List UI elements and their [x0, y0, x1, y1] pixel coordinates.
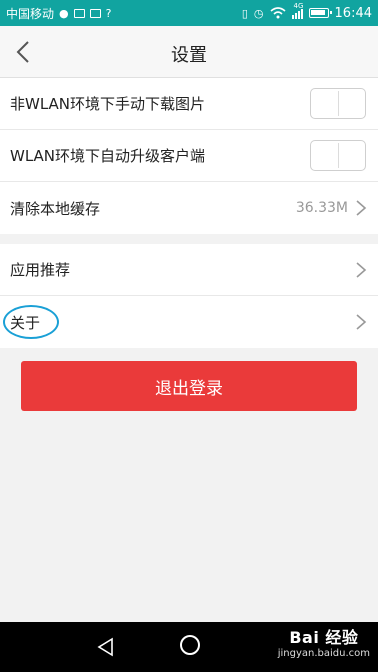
status-bar: 中国移动 ● ? ▯ ◷ 4G 16:44	[0, 0, 378, 26]
chevron-right-icon	[356, 200, 367, 216]
system-nav-bar: Bai 经验 jingyan.baidu.com	[0, 622, 378, 672]
carrier-label: 中国移动	[6, 6, 55, 21]
status-time: 16:44	[334, 5, 372, 21]
app-recommend-label: 应用推荐	[10, 261, 71, 279]
auto-upgrade-label: WLAN环境下自动升级客户端	[10, 147, 206, 165]
settings-group-preferences: 非WLAN环境下手动下载图片 WLAN环境下自动升级客户端 清除本地缓存 36.…	[0, 78, 378, 234]
manual-download-toggle[interactable]	[310, 88, 366, 119]
watermark-url: jingyan.baidu.com	[277, 648, 370, 659]
image-notification-icon	[73, 8, 85, 18]
battery-icon	[308, 8, 332, 18]
chevron-right-icon	[356, 314, 367, 330]
app-recommend-row[interactable]: 应用推荐	[0, 244, 378, 296]
title-bar: 设置	[0, 26, 378, 78]
baidu-jingyan-watermark: Bai 经验 jingyan.baidu.com	[278, 624, 370, 659]
about-label: 关于	[10, 313, 41, 332]
nav-back-icon[interactable]	[96, 637, 116, 657]
manual-download-row: 非WLAN环境下手动下载图片	[0, 78, 378, 130]
auto-upgrade-row: WLAN环境下自动升级客户端	[0, 130, 378, 182]
logout-button[interactable]: 退出登录	[21, 361, 357, 411]
vibrate-icon: ▯	[241, 6, 248, 20]
cache-size-value: 36.33M	[295, 200, 348, 216]
wifi-icon	[270, 7, 286, 19]
help-icon: ?	[105, 6, 112, 20]
nav-home-icon[interactable]	[180, 635, 200, 655]
alarm-icon: ◷	[253, 6, 264, 20]
cell-signal-icon: 4G	[291, 2, 303, 19]
clear-cache-row[interactable]: 清除本地缓存 36.33M	[0, 182, 378, 234]
manual-download-label: 非WLAN环境下手动下载图片	[10, 95, 206, 113]
clear-cache-label: 清除本地缓存	[10, 199, 101, 218]
watermark-logo: Bai 经验	[289, 628, 359, 647]
settings-group-info: 应用推荐 关于	[0, 244, 378, 348]
network-type-label: 4G	[293, 2, 304, 10]
logout-label: 退出登录	[155, 378, 223, 399]
about-row[interactable]: 关于	[0, 296, 378, 348]
auto-upgrade-toggle[interactable]	[310, 140, 366, 171]
page-title: 设置	[171, 45, 207, 66]
wechat-icon: ●	[59, 6, 69, 20]
chevron-right-icon	[356, 262, 367, 278]
keyboard-icon	[89, 8, 101, 18]
